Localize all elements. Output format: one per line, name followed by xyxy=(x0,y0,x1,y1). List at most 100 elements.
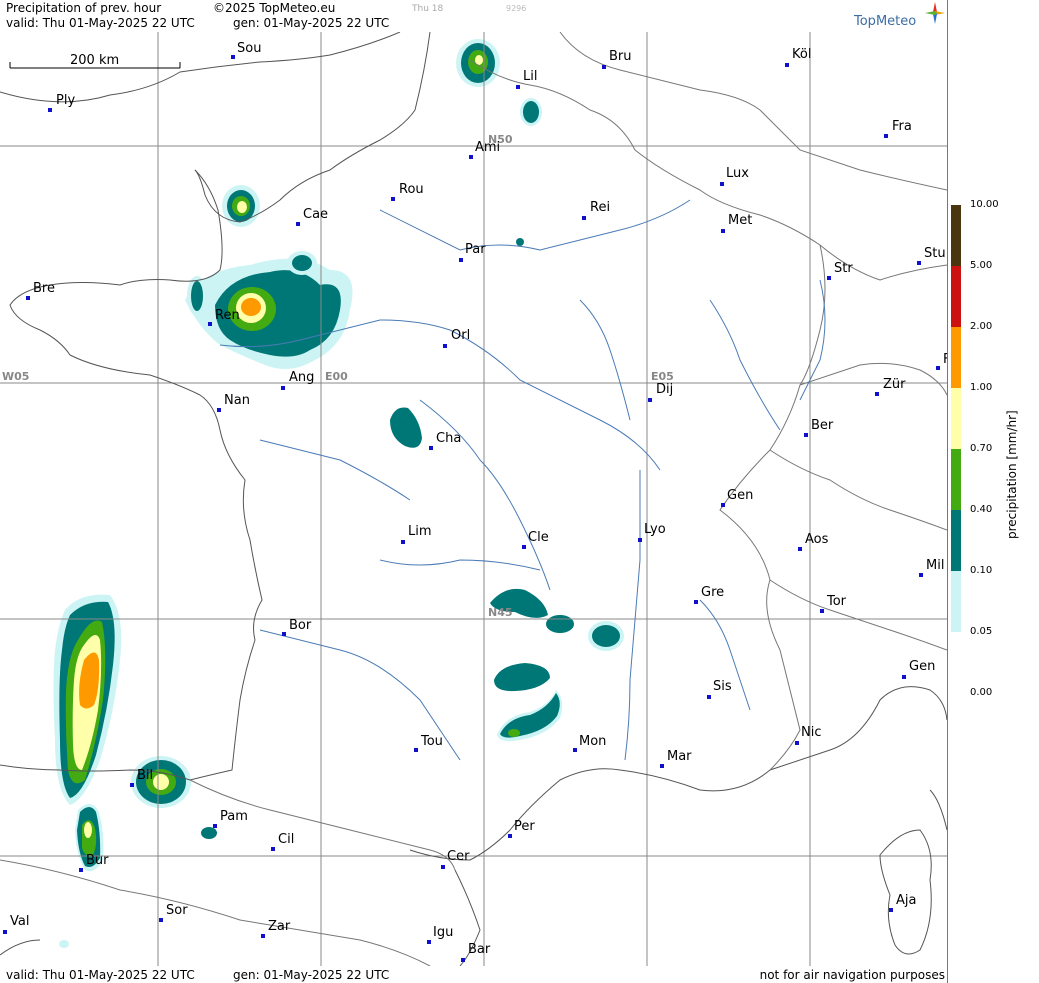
legend-color-bar xyxy=(951,205,961,632)
legend-level-label: 0.10 xyxy=(970,565,993,576)
legend-swatch xyxy=(951,510,961,571)
city-marker-bor xyxy=(282,632,286,636)
precipitation-legend: 10.00 5.00 2.00 1.00 0.70 0.40 0.10 0.05 0.00 xyxy=(947,0,1039,983)
city-label-tou: Tou xyxy=(420,734,443,749)
city-marker-köl xyxy=(785,63,789,67)
city-label-lim: Lim xyxy=(408,524,432,539)
city-marker-mil xyxy=(919,573,923,577)
city-label-rou: Rou xyxy=(399,182,424,197)
city-label-ply: Ply xyxy=(56,93,75,108)
legend-swatch xyxy=(951,571,961,632)
city-label-ami: Ami xyxy=(475,140,500,155)
city-marker-f xyxy=(936,366,940,370)
map-footer: valid: Thu 01-May-2025 22 UTC gen: 01-Ma… xyxy=(0,966,947,983)
city-label-bru: Bru xyxy=(609,49,632,64)
city-marker-ren xyxy=(208,322,212,326)
city-label-cer: Cer xyxy=(447,849,470,864)
topmeteo-logo[interactable]: TopMeteo xyxy=(851,2,946,30)
city-marker-rou xyxy=(391,197,395,201)
city-marker-mon xyxy=(573,748,577,752)
city-label-lux: Lux xyxy=(726,166,749,181)
city-marker-ply xyxy=(48,108,52,112)
city-marker-sor xyxy=(159,918,163,922)
city-marker-gen xyxy=(721,503,725,507)
legend-level-label: 0.40 xyxy=(970,504,993,515)
city-marker-zar xyxy=(261,934,265,938)
city-marker-lim xyxy=(401,540,405,544)
grid-label-n45: N45 xyxy=(488,606,513,619)
city-label-val: Val xyxy=(10,914,29,929)
copyright-text: ©2025 TopMeteo.eu xyxy=(213,1,336,15)
city-marker-fra xyxy=(884,134,888,138)
city-marker-mar xyxy=(660,764,664,768)
city-label-tor: Tor xyxy=(826,594,847,609)
legend-swatch xyxy=(951,327,961,388)
legend-level-label: 1.00 xyxy=(970,382,993,393)
city-marker-par xyxy=(459,258,463,262)
city-label-cle: Cle xyxy=(528,530,549,545)
legend-title: precipitation [mm/hr] xyxy=(1005,410,1019,539)
city-label-aja: Aja xyxy=(896,893,916,908)
city-marker-orl xyxy=(443,344,447,348)
city-label-bil: Bil xyxy=(137,768,153,783)
precipitation-map[interactable]: N50 N45 W05 E00 E05 200 km SouPlyLilBru K… xyxy=(0,32,947,966)
city-marker-tou xyxy=(414,748,418,752)
city-label-met: Met xyxy=(728,213,752,228)
city-marker-igu xyxy=(427,940,431,944)
city-label-igu: Igu xyxy=(433,925,453,940)
footer-disclaimer: not for air navigation purposes xyxy=(759,968,945,982)
city-marker-pam xyxy=(213,824,217,828)
footer-generated-time: gen: 01-May-2025 22 UTC xyxy=(233,968,390,982)
city-marker-cae xyxy=(296,222,300,226)
city-label-lyo: Lyo xyxy=(644,522,666,537)
city-marker-lux xyxy=(720,182,724,186)
city-label-zür: Zür xyxy=(883,377,906,392)
city-label-aos: Aos xyxy=(805,532,829,547)
legend-level-label: 2.00 xyxy=(970,321,993,332)
city-label-cae: Cae xyxy=(303,207,328,222)
grid-label-w05: W05 xyxy=(2,370,29,383)
generated-time: gen: 01-May-2025 22 UTC xyxy=(233,16,390,30)
city-marker-val xyxy=(3,930,7,934)
city-label-sor: Sor xyxy=(166,903,188,918)
city-marker-ami xyxy=(469,155,473,159)
city-marker-aos xyxy=(798,547,802,551)
city-marker-lyo xyxy=(638,538,642,542)
city-label-mil: Mil xyxy=(926,558,944,573)
legend-level-label: 5.00 xyxy=(970,260,993,271)
city-marker-zür xyxy=(875,392,879,396)
city-label-str: Str xyxy=(834,261,853,276)
city-label-köl: Köl xyxy=(792,47,811,62)
city-label-per: Per xyxy=(514,819,535,834)
city-marker-ang xyxy=(281,386,285,390)
city-marker-sou xyxy=(231,55,235,59)
city-label-bor: Bor xyxy=(289,618,312,633)
city-label-cha: Cha xyxy=(436,431,461,446)
city-marker-bre xyxy=(26,296,30,300)
city-marker-cha xyxy=(429,446,433,450)
grid-label-e00: E00 xyxy=(325,370,348,383)
city-label-par: Par xyxy=(465,242,486,257)
legend-swatch xyxy=(951,205,961,266)
city-label-ber: Ber xyxy=(811,418,834,433)
city-label-bur: Bur xyxy=(86,853,109,868)
city-marker-tor xyxy=(820,609,824,613)
map-title: Precipitation of prev. hour xyxy=(6,1,162,15)
city-marker-lil xyxy=(516,85,520,89)
city-label-bre: Bre xyxy=(33,281,55,296)
city-label-mon: Mon xyxy=(579,734,606,749)
city-marker-cil xyxy=(271,847,275,851)
city-label-gen: Gen xyxy=(909,659,935,674)
legend-level-label: 0.70 xyxy=(970,443,993,454)
city-marker-stu xyxy=(917,261,921,265)
logo-text: TopMeteo xyxy=(854,14,917,29)
map-header: Precipitation of prev. hour ©2025 TopMet… xyxy=(0,0,947,32)
city-label-lil: Lil xyxy=(523,69,537,84)
day-hint: Thu 18 xyxy=(412,4,444,14)
city-marker-bar xyxy=(461,958,465,962)
city-label-ren: Ren xyxy=(215,308,240,323)
city-label-gre: Gre xyxy=(701,585,724,600)
city-marker-cer xyxy=(441,865,445,869)
city-marker-str xyxy=(827,276,831,280)
city-label-bar: Bar xyxy=(468,942,491,957)
